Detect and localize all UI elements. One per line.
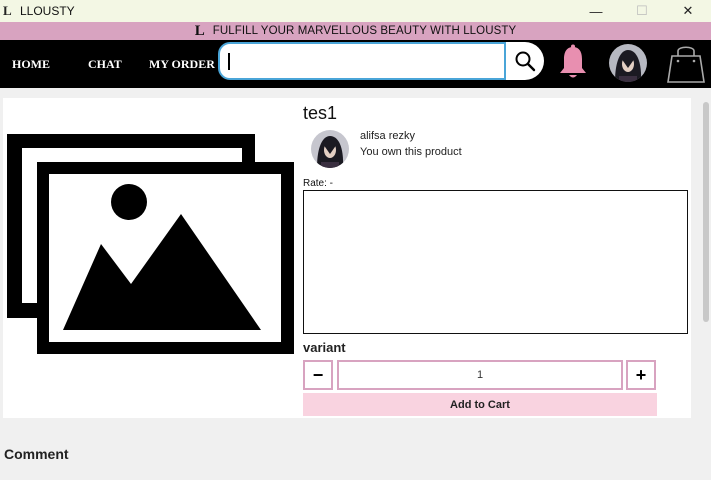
seller-avatar[interactable] <box>311 130 349 168</box>
bell-icon[interactable] <box>556 42 590 82</box>
product-title: tes1 <box>303 103 338 123</box>
close-button[interactable]: ✕ <box>665 0 711 22</box>
promo-banner: L FULFILL YOUR MARVELLOUS BEAUTY WITH LL… <box>0 22 711 40</box>
variant-label: variant <box>303 340 346 355</box>
search-icon <box>515 51 536 72</box>
top-navbar: HOME CHAT MY ORDER <box>0 40 711 88</box>
quantity-input[interactable]: 1 <box>337 360 623 390</box>
comment-heading: Comment <box>4 446 69 462</box>
product-panel: tes1 alifsa rezky You own this product R… <box>3 98 691 418</box>
scrollbar-thumb[interactable] <box>703 102 709 322</box>
search-button[interactable] <box>506 42 544 80</box>
user-avatar[interactable] <box>609 44 647 82</box>
nav-chat-link[interactable]: CHAT <box>88 57 122 72</box>
add-to-cart-button[interactable]: Add to Cart <box>303 393 657 416</box>
quantity-decrement-button[interactable]: − <box>303 360 333 390</box>
ownership-status: You own this product <box>360 146 462 158</box>
window-controls: — ☐ ✕ <box>573 0 711 22</box>
banner-slogan: FULFILL YOUR MARVELLOUS BEAUTY WITH LLOU… <box>212 25 517 37</box>
avatar-image <box>609 44 647 82</box>
shopping-bag-icon[interactable] <box>664 42 708 84</box>
window-title: LLOUSTY <box>20 4 75 18</box>
window-titlebar: L LLOUSTY — ☐ ✕ <box>0 0 711 22</box>
nav-my-order-link[interactable]: MY ORDER <box>149 57 215 72</box>
rating-label: Rate: - <box>303 178 334 189</box>
quantity-increment-button[interactable]: + <box>626 360 656 390</box>
nav-home-link[interactable]: HOME <box>12 57 50 72</box>
seller-avatar-image <box>311 130 349 168</box>
maximize-button[interactable]: ☐ <box>619 0 665 22</box>
seller-name: alifsa rezky <box>360 130 416 142</box>
vertical-scrollbar[interactable] <box>701 90 711 480</box>
search-input[interactable] <box>218 42 506 80</box>
minimize-button[interactable]: — <box>573 0 619 22</box>
text-caret <box>228 53 230 70</box>
image-placeholder-icon <box>7 134 294 354</box>
description-box <box>303 190 688 334</box>
app-logo-icon: L <box>3 3 12 18</box>
brand-logo: L <box>194 22 205 39</box>
